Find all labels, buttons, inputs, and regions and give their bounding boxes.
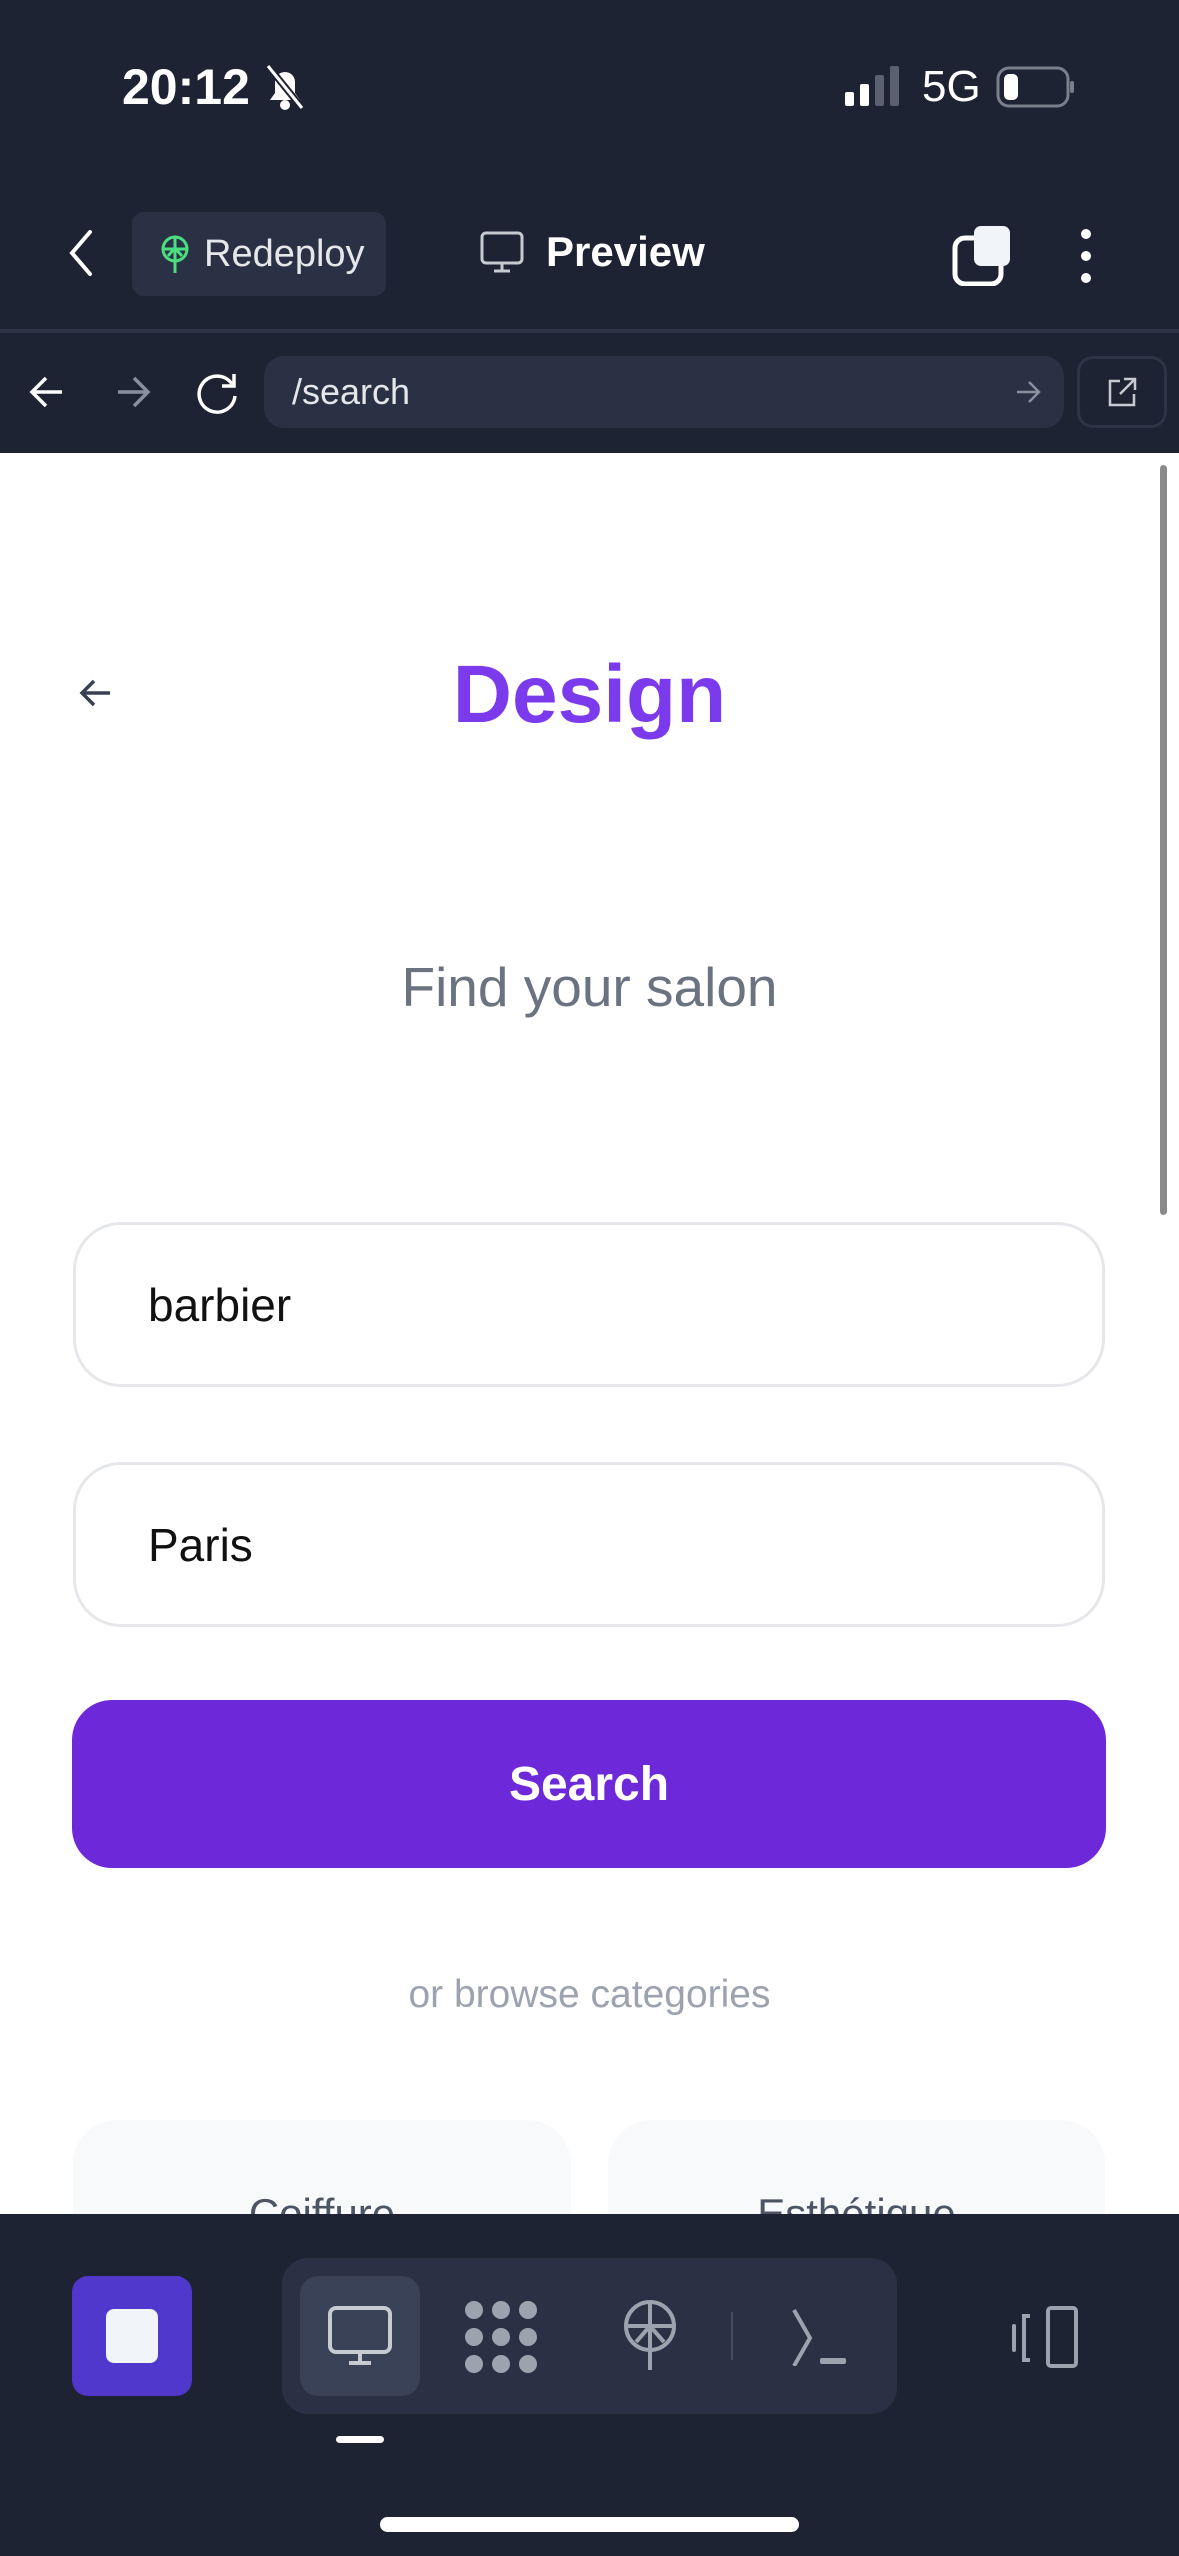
globe-upload-icon — [160, 234, 190, 274]
preview-tab[interactable]: Preview — [480, 228, 705, 276]
web-preview: Design Find your salon barbier Paris Sea… — [0, 453, 1179, 2214]
separator — [731, 2312, 733, 2360]
battery-icon — [996, 66, 1076, 108]
stop-button[interactable] — [72, 2276, 192, 2396]
url-text: /search — [292, 371, 411, 412]
terminal-icon[interactable] — [790, 2306, 850, 2366]
search-button[interactable]: Search — [72, 1700, 1106, 1868]
status-time: 20:12 — [122, 59, 250, 115]
divider — [0, 329, 1179, 333]
redeploy-button[interactable]: Redeploy — [132, 212, 386, 296]
browser-back-icon[interactable] — [28, 372, 68, 412]
preview-tool-button[interactable] — [300, 2276, 420, 2396]
tool-switcher — [282, 2258, 897, 2414]
location-input[interactable]: Paris — [73, 1462, 1105, 1627]
reload-icon[interactable] — [194, 370, 240, 416]
category-label: Esthétique — [757, 2190, 956, 2214]
bell-muted-icon — [262, 62, 308, 112]
signal-icon — [845, 66, 903, 106]
more-options-icon[interactable] — [1076, 226, 1096, 286]
external-link-icon — [1106, 376, 1138, 408]
monitor-icon — [480, 231, 524, 273]
category-card-coiffure[interactable]: Coiffure — [73, 2120, 571, 2214]
stop-icon — [106, 2309, 158, 2363]
device-toggle-icon[interactable] — [1010, 2306, 1080, 2368]
network-label: 5G — [922, 62, 981, 111]
back-chevron-icon[interactable] — [66, 228, 96, 278]
tabs-switch-icon[interactable] — [952, 224, 1012, 286]
deploy-globe-icon[interactable] — [620, 2298, 680, 2372]
open-external-button[interactable] — [1077, 356, 1167, 428]
query-input[interactable]: barbier — [73, 1222, 1105, 1387]
redeploy-label: Redeploy — [204, 232, 365, 275]
preview-label: Preview — [546, 228, 705, 275]
browse-text: or browse categories — [408, 1973, 771, 2016]
home-indicator[interactable] — [380, 2517, 799, 2532]
search-label: Search — [508, 1757, 670, 1811]
url-field[interactable]: /search — [264, 356, 1064, 428]
active-tab-indicator — [336, 2436, 384, 2443]
browser-forward-icon[interactable] — [112, 372, 152, 412]
brand-title: Design — [452, 649, 727, 740]
scrollbar[interactable] — [1160, 465, 1167, 1215]
go-arrow-icon[interactable] — [1014, 378, 1042, 406]
database-tool-icon[interactable] — [464, 2300, 538, 2374]
page-subtitle: Find your salon — [401, 956, 778, 1018]
monitor-icon — [327, 2305, 393, 2367]
category-card-esthetique[interactable]: Esthétique — [608, 2120, 1105, 2214]
category-label: Coiffure — [248, 2190, 396, 2214]
